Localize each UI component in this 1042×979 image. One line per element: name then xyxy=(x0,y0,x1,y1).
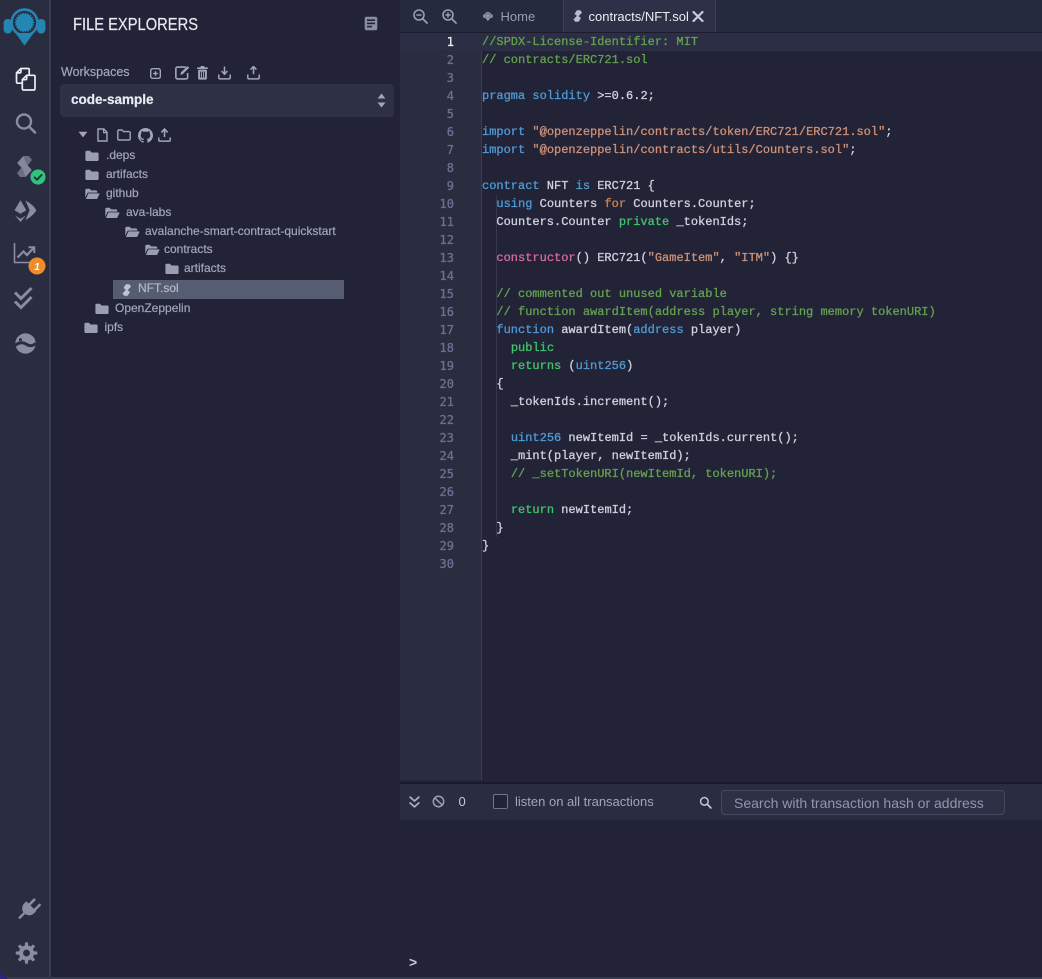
svg-text:1: 1 xyxy=(34,262,40,273)
